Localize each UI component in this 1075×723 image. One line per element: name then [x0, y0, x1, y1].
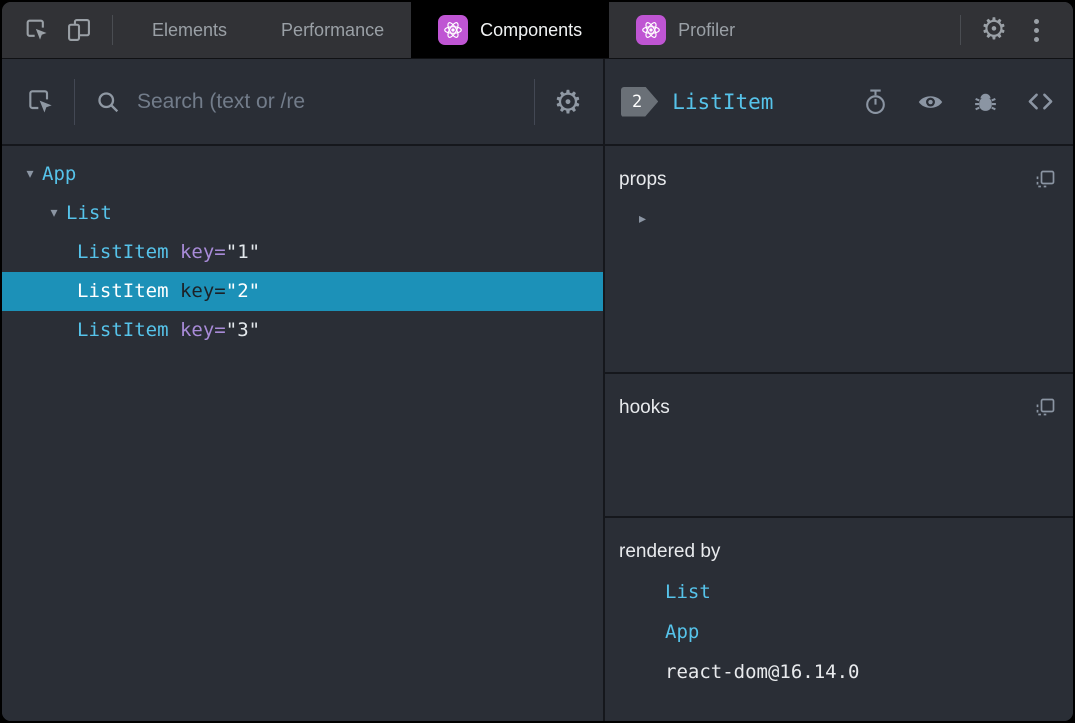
- tree-row-listitem-2-selected[interactable]: ListItem key = "2": [2, 272, 603, 311]
- tree-row-listitem-3[interactable]: ListItem key = "3": [2, 311, 603, 350]
- key-attr-eq: =: [214, 280, 226, 302]
- tree-toolbar: ⚙: [2, 59, 603, 146]
- rendered-by-reactdom: react-dom@16.14.0: [619, 652, 1057, 692]
- renderer-version: react-dom@16.14.0: [665, 661, 860, 683]
- owner-link[interactable]: List: [665, 581, 711, 603]
- prop-row-item[interactable]: ▸item: {id: 2, isComplete: t…: [619, 200, 1057, 239]
- component-name: ListItem: [77, 241, 169, 263]
- tab-label: Components: [480, 19, 583, 40]
- react-logo-icon: [636, 15, 667, 45]
- tree-row-app[interactable]: ▾ App: [2, 155, 603, 194]
- rendered-by-title: rendered by: [619, 541, 721, 562]
- prop-row-new-entry[interactable]: new entry: "": [619, 317, 1057, 356]
- owner-link[interactable]: App: [665, 621, 699, 643]
- prop-row-removeitem[interactable]: removeItem: ƒ () {}: [619, 239, 1057, 278]
- key-attr-name: key: [179, 280, 215, 302]
- hooks-header: hooks: [619, 388, 1057, 428]
- rendered-by-section: rendered by List App react-dom@16.14.0: [605, 518, 1073, 721]
- header-actions: [862, 87, 1055, 116]
- copy-props-icon[interactable]: [1033, 168, 1057, 192]
- dots-glyph: [1033, 18, 1039, 42]
- hook-row-handletoggle: Callback(handleToggle): ƒ () {}: [619, 464, 1057, 500]
- key-attr-value: "2": [225, 280, 261, 302]
- tab-components[interactable]: Components: [411, 2, 610, 58]
- log-to-console-bug-icon[interactable]: [972, 88, 999, 115]
- three-dot-menu-icon[interactable]: [1015, 10, 1057, 50]
- key-attr-eq: =: [214, 319, 226, 341]
- rendered-by-app-link[interactable]: App: [619, 612, 1057, 652]
- toolbar-separator: [534, 78, 535, 125]
- suspense-stopwatch-icon[interactable]: [862, 88, 889, 115]
- expand-arrow-icon[interactable]: ▾: [18, 155, 42, 194]
- tree-row-list[interactable]: ▾ List: [2, 194, 603, 233]
- component-tree: ▾ App ▾ List ListItem key = "1" ListItem k…: [2, 146, 603, 721]
- props-section: props ▸item: {id: 2, isComplete: t… remo…: [605, 146, 1073, 374]
- devtools-tabbar: Elements Performance Components Profiler…: [2, 2, 1073, 59]
- key-attr-name: key: [179, 241, 215, 263]
- inspected-header: 2 ListItem: [605, 59, 1073, 146]
- component-name: List: [66, 202, 112, 224]
- inspect-element-icon[interactable]: [16, 10, 58, 50]
- tab-label: Elements: [152, 19, 228, 40]
- search-input[interactable]: [131, 89, 524, 114]
- props-header: props: [619, 160, 1057, 200]
- copy-hooks-icon[interactable]: [1033, 396, 1057, 420]
- key-attr-value: "3": [225, 319, 261, 341]
- component-tree-panel: ⚙ ▾ App ▾ List ListItem key="1" ListItem…: [2, 59, 605, 721]
- search-wrap: [131, 89, 524, 114]
- component-name: App: [42, 163, 77, 185]
- tabbar-separator: [960, 15, 961, 45]
- hook-row-handledelete: Callback(handleDelete): ƒ () {}: [619, 428, 1057, 464]
- components-panels: ⚙ ▾ App ▾ List ListItem key="1" ListItem…: [2, 59, 1073, 721]
- devtools-window: Elements Performance Components Profiler…: [0, 0, 1075, 723]
- tree-row-listitem-1[interactable]: ListItem key = "1": [2, 233, 603, 272]
- tab-performance[interactable]: Performance: [254, 2, 411, 58]
- hooks-title: hooks: [619, 397, 670, 418]
- tab-label: Performance: [281, 19, 385, 40]
- props-title: props: [619, 169, 667, 190]
- tab-elements[interactable]: Elements: [125, 2, 254, 58]
- tab-profiler[interactable]: Profiler: [609, 2, 762, 58]
- rendered-by-list-link[interactable]: List: [619, 572, 1057, 612]
- expand-arrow-icon[interactable]: ▾: [42, 194, 66, 233]
- inspected-component-panel: 2 ListItem props ▸ hooks rendered by Lis…: [605, 59, 1073, 721]
- key-attr-name: key: [179, 319, 215, 341]
- rendered-by-header: rendered by: [619, 532, 1057, 572]
- react-logo-icon: [438, 15, 469, 45]
- select-element-icon[interactable]: [18, 86, 64, 118]
- prop-row-toggleitem[interactable]: toggleItem: ƒ () {}: [619, 278, 1057, 317]
- component-name: ListItem: [77, 280, 169, 302]
- inspected-component-name: ListItem: [672, 89, 774, 114]
- tree-settings-gear-icon[interactable]: ⚙: [545, 86, 591, 118]
- inspect-dom-eye-icon[interactable]: [916, 87, 945, 116]
- key-attr-eq: =: [214, 241, 226, 263]
- key-attr-value: "1": [225, 241, 261, 263]
- search-icon: [85, 88, 131, 116]
- gear-glyph: ⚙: [553, 83, 583, 120]
- device-toolbar-icon[interactable]: [58, 10, 100, 50]
- tabbar-separator: [112, 15, 113, 45]
- gear-icon[interactable]: ⚙: [973, 10, 1015, 50]
- component-name: ListItem: [77, 319, 169, 341]
- hooks-section: hooks Callback(handleDelete): ƒ () {} Ca…: [605, 374, 1073, 518]
- tab-label: Profiler: [678, 19, 736, 40]
- toolbar-separator: [74, 78, 75, 125]
- gear-glyph: ⚙: [980, 13, 1008, 46]
- key-badge: 2: [621, 87, 658, 117]
- view-source-code-icon[interactable]: [1026, 87, 1055, 116]
- collapsed-arrow-icon[interactable]: ▸: [639, 200, 646, 239]
